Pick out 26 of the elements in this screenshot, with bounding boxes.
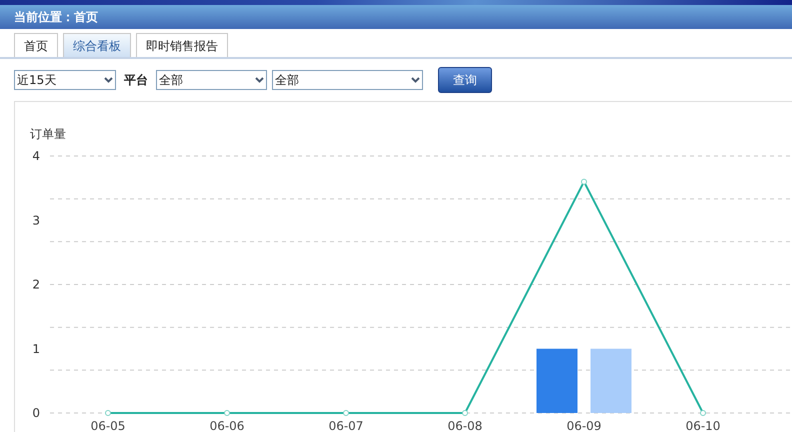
x-tick-label: 06-10 (686, 419, 720, 432)
tab[interactable]: 首页 (14, 33, 58, 57)
query-button[interactable]: 查询 (438, 67, 492, 93)
chevron-down-icon (104, 77, 113, 83)
chevron-down-icon (255, 77, 264, 83)
x-tick-label: 06-07 (328, 419, 364, 432)
y-tick-label: 0 (32, 406, 40, 420)
y-axis-title: 订单量 (30, 127, 66, 141)
x-tick-label: 06-08 (448, 419, 482, 432)
dropdown[interactable]: 全部 (156, 70, 267, 90)
x-tick-label: 06-09 (566, 419, 602, 432)
tab[interactable]: 即时销售报告 (136, 33, 228, 57)
bar (590, 348, 632, 413)
tab[interactable]: 综合看板 (63, 33, 131, 57)
y-tick-label: 1 (32, 342, 40, 356)
y-tick-label: 2 (32, 278, 40, 292)
chevron-down-icon (411, 77, 420, 83)
bar (536, 348, 578, 413)
y-tick-label: 4 (32, 149, 40, 163)
x-tick-label: 06-06 (210, 419, 244, 432)
dropdown[interactable]: 近15天 (14, 70, 116, 90)
breadcrumb-text: 当前位置：首页 (14, 9, 98, 26)
y-tick-label: 3 (32, 213, 40, 228)
platform-label: 平台 (124, 72, 148, 89)
dropdown[interactable]: 全部 (272, 70, 423, 90)
x-tick-label: 06-05 (90, 419, 126, 432)
